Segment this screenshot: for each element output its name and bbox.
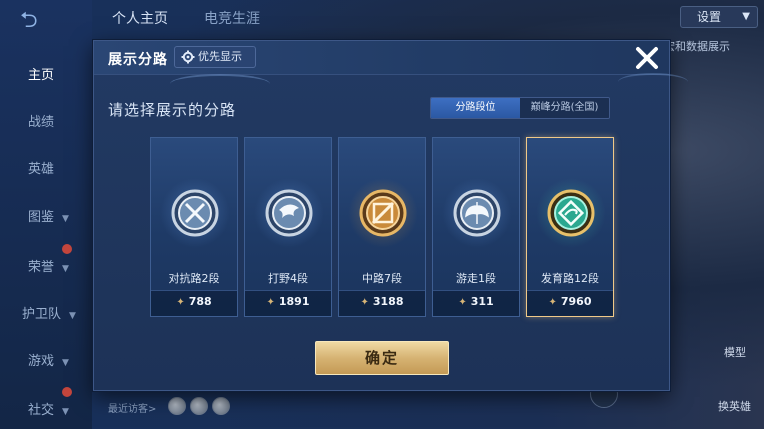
settings-label: 设置: [697, 10, 722, 24]
wings-emblem-icon: [453, 189, 501, 237]
rank-chevron-icon: ✦: [548, 297, 557, 308]
sidebar-item-label: 图鉴: [28, 210, 55, 225]
recent-visitors-link[interactable]: 最近访客>: [108, 400, 156, 415]
chevron-down-icon: ▼: [62, 358, 69, 368]
slash-emblem-icon: [359, 189, 407, 237]
decorative-swirl: [618, 73, 688, 91]
lane-label: 中路7段: [362, 272, 402, 285]
chevron-down-icon: ▼: [62, 407, 69, 417]
sidebar-item-games[interactable]: 游戏 ▼: [0, 350, 92, 369]
gear-icon: [181, 50, 195, 64]
chevron-down-icon: ▼: [62, 214, 69, 224]
nav-tab-esports[interactable]: 电竞生涯: [204, 8, 260, 28]
nav-tab-profile[interactable]: 个人主页: [112, 8, 168, 28]
chevron-down-icon: ▼: [69, 311, 76, 321]
sidebar-item-record[interactable]: 战绩: [0, 111, 92, 130]
sidebar-item-label: 护卫队: [22, 307, 62, 322]
lane-score: ✦ 7960: [548, 295, 592, 308]
tab-lane-rank[interactable]: 分路段位: [431, 98, 520, 118]
modal-title: 展示分路: [108, 52, 168, 68]
swap-hero-button[interactable]: 换英雄: [718, 398, 751, 414]
dragon-emblem-icon: [265, 189, 313, 237]
lane-score: ✦ 1891: [266, 295, 310, 308]
sidebar-item-heroes[interactable]: 英雄: [0, 158, 92, 177]
sidebar-item-honor[interactable]: 荣誉 ▼: [0, 256, 92, 275]
sidebar-item-label: 战绩: [28, 115, 55, 130]
rank-chevron-icon: ✦: [266, 297, 275, 308]
settings-dropdown[interactable]: 设置 ▼: [680, 6, 758, 28]
sidebar-item-home[interactable]: 主页: [0, 64, 92, 83]
sidebar-item-label: 社交: [28, 403, 55, 418]
sidebar-item-guard[interactable]: 护卫队 ▼: [0, 303, 92, 322]
lane-card-mid[interactable]: 中路7段 ✦ 3188: [338, 137, 426, 317]
back-icon[interactable]: ⮌: [20, 10, 60, 32]
data-show-link[interactable]: 宏和数据展示: [664, 38, 730, 54]
lane-card-jungle[interactable]: 打野4段 ✦ 1891: [244, 137, 332, 317]
sidebar-item-social[interactable]: 社交 ▼: [0, 399, 92, 418]
avatar[interactable]: [212, 397, 230, 415]
sidebar-item-label: 主页: [28, 68, 55, 83]
priority-display-button[interactable]: 优先显示: [174, 46, 256, 68]
notification-dot: [62, 387, 72, 397]
sidebar-item-label: 荣誉: [28, 260, 55, 275]
lane-card-top[interactable]: 对抗路2段 ✦ 788: [150, 137, 238, 317]
sidebar-item-label: 游戏: [28, 354, 55, 369]
rank-chevron-icon: ✦: [176, 297, 185, 308]
arrow-emblem-icon: [547, 189, 595, 237]
tab-peak-lane[interactable]: 巅峰分路(全国): [520, 98, 609, 118]
priority-button-label: 优先显示: [198, 50, 242, 63]
modal-subtitle: 请选择展示的分路: [108, 101, 237, 119]
crossed-swords-emblem-icon: [171, 189, 219, 237]
lane-label: 打野4段: [268, 272, 308, 285]
close-icon[interactable]: [632, 43, 662, 73]
rank-chevron-icon: ✦: [458, 297, 467, 308]
lane-label: 游走1段: [456, 272, 496, 285]
lane-score: ✦ 311: [458, 295, 494, 308]
lane-label: 对抗路2段: [168, 272, 220, 285]
rank-chevron-icon: ✦: [360, 297, 369, 308]
lane-card-adc[interactable]: 发育路12段 ✦ 7960: [526, 137, 614, 317]
confirm-button[interactable]: 确定: [315, 341, 449, 375]
avatar[interactable]: [168, 397, 186, 415]
lane-score: ✦ 788: [176, 295, 212, 308]
caret-down-icon: ▼: [742, 11, 750, 22]
avatar[interactable]: [190, 397, 208, 415]
chevron-down-icon: ▼: [62, 264, 69, 274]
sidebar-item-label: 英雄: [28, 162, 55, 177]
lane-select-modal: 展示分路 优先显示 请选择展示的分路 分路段位 巅峰分路(全国) 对抗路2段 ✦…: [93, 40, 688, 391]
lane-label: 发育路12段: [541, 272, 599, 285]
lane-score: ✦ 3188: [360, 295, 404, 308]
model-button[interactable]: 模型: [724, 344, 746, 360]
notification-dot: [62, 244, 72, 254]
lane-card-support[interactable]: 游走1段 ✦ 311: [432, 137, 520, 317]
decorative-swirl: [170, 74, 270, 94]
lane-mode-toggle: 分路段位 巅峰分路(全国): [430, 97, 610, 119]
lane-cards: 对抗路2段 ✦ 788 打野4段 ✦ 1891 中路7段 ✦ 3188 游走1段…: [150, 137, 616, 319]
sidebar-item-codex[interactable]: 图鉴 ▼: [0, 206, 92, 225]
